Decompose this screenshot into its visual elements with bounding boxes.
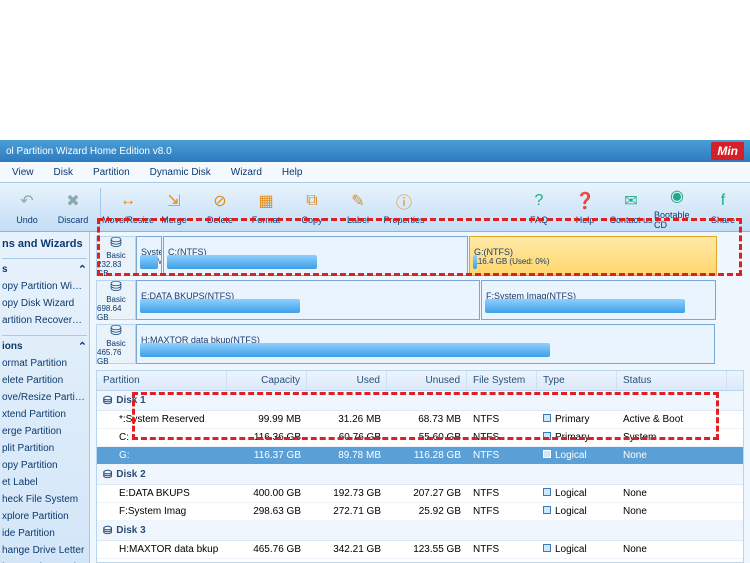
partition-block[interactable]: E:DATA BKUPS(NTFS)400.0 GB (Used: 48%) [136,280,480,320]
delete-icon: ⊘ [208,189,232,213]
toolbar: ↶Undo✖Discard ↔Move/Resize⇲Merge⊘Delete▦… [0,182,750,232]
partition-block[interactable]: F:System Imag(NTFS)298.6 GB (Used: 91%) [481,280,716,320]
table-header: PartitionCapacityUsedUnusedFile SystemTy… [97,371,743,391]
column-header[interactable]: Capacity [227,371,307,390]
table-row[interactable]: E:DATA BKUPS400.00 GB192.73 GB207.27 GBN… [97,485,743,503]
disk-icon: ⛁ [103,468,112,481]
bootable-cd-button[interactable]: ◉Bootable CD [654,184,700,230]
label-icon: ✎ [346,189,370,213]
operations-section[interactable]: ions ⌃ [2,335,87,355]
column-header[interactable]: Status [617,371,727,390]
sidebar-item[interactable]: opy Partition [2,457,87,474]
disk-icon: ⛁ [103,394,112,407]
disk-group-header[interactable]: ⛁Disk 1 [97,391,743,411]
sidebar-item[interactable]: elete Partition [2,372,87,389]
delete-button[interactable]: ⊘Delete [197,184,243,230]
window-title: ol Partition Wizard Home Edition v8.0 [6,146,172,157]
menu-dynamic-disk[interactable]: Dynamic Disk [140,164,221,181]
column-header[interactable]: Used [307,371,387,390]
merge-button[interactable]: ⇲Merge [151,184,197,230]
discard-button[interactable]: ✖Discard [50,184,96,230]
format-icon: ▦ [254,189,278,213]
undo-icon: ↶ [15,189,39,213]
chevron-up-icon: ⌃ [78,263,87,276]
sidebar-item[interactable]: artition Recovery Wizard [2,312,87,329]
share-button[interactable]: fShare [700,184,746,230]
undo-button[interactable]: ↶Undo [4,184,50,230]
menu-partition[interactable]: Partition [83,164,140,181]
partition-block[interactable]: H:MAXTOR data bkup(NTFS)465.8 GB (Used: … [136,324,715,364]
sidebar-item[interactable]: ide Partition [2,525,87,542]
menu-bar: ViewDiskPartitionDynamic DiskWizardHelp [0,162,750,182]
properties-icon: ⓘ [392,189,416,213]
title-bar: ol Partition Wizard Home Edition v8.0 Mi… [0,140,750,162]
menu-view[interactable]: View [2,164,44,181]
table-row[interactable]: H:MAXTOR data bkup465.76 GB342.21 GB123.… [97,541,743,559]
table-row[interactable]: G:116.37 GB89.78 MB116.28 GBNTFSLogicalN… [97,447,743,465]
sidebar-item[interactable]: xtend Partition [2,406,87,423]
sidebar-item[interactable]: hange Cluster Size [2,559,87,563]
sidebar: ns and Wizards s ⌃ opy Partition Wizardo… [0,232,90,563]
table-row[interactable]: *:System Reserved99.99 MB31.26 MB68.73 M… [97,411,743,429]
contact-us-button[interactable]: ✉Contact us [608,184,654,230]
partition-block[interactable]: System Reserv100 MB [136,236,162,276]
sidebar-item[interactable]: xplore Partition [2,508,87,525]
app-logo: Min [711,142,744,160]
sidebar-item[interactable]: heck File System [2,491,87,508]
move-resize-icon: ↔ [116,189,140,213]
sidebar-item[interactable]: et Label [2,474,87,491]
help-button[interactable]: ❓Help [562,184,608,230]
sidebar-item[interactable]: ormat Partition [2,355,87,372]
bootable-cd-icon: ◉ [665,184,689,208]
column-header[interactable]: File System [467,371,537,390]
format-button[interactable]: ▦Format [243,184,289,230]
properties-button[interactable]: ⓘProperties [381,184,427,230]
column-header[interactable]: Partition [97,371,227,390]
table-row[interactable]: F:System Imag298.63 GB272.71 GB25.92 GBN… [97,503,743,521]
help-icon: ❓ [573,189,597,213]
menu-disk[interactable]: Disk [44,164,83,181]
partition-table: PartitionCapacityUsedUnusedFile SystemTy… [96,370,744,563]
merge-icon: ⇲ [162,189,186,213]
move-resize-button[interactable]: ↔Move/Resize [105,184,151,230]
main-panel: ⛁Basic232.83 GBSystem Reserv100 MBC:(NTF… [90,232,750,563]
copy-icon: ⧉ [300,189,324,213]
disk-icon: ⛁Basic232.83 GB [96,236,136,276]
sidebar-header: ns and Wizards [2,236,87,252]
disk-group-header[interactable]: ⛁Disk 3 [97,521,743,541]
contact-us-icon: ✉ [619,189,643,213]
copy-button[interactable]: ⧉Copy [289,184,335,230]
disk-icon: ⛁Basic465.76 GB [96,324,136,364]
sidebar-item[interactable]: hange Drive Letter [2,542,87,559]
disk-group-header[interactable]: ⛁Disk 2 [97,465,743,485]
column-header[interactable]: Unused [387,371,467,390]
disk-graphic-row: ⛁Basic698.64 GBE:DATA BKUPS(NTFS)400.0 G… [96,280,744,320]
sidebar-item[interactable]: ove/Resize Partition [2,389,87,406]
disk-icon: ⛁Basic698.64 GB [96,280,136,320]
sidebar-item[interactable]: opy Disk Wizard [2,295,87,312]
partition-block[interactable]: G:(NTFS)116.4 GB (Used: 0%) [469,236,717,276]
menu-help[interactable]: Help [272,164,313,181]
share-icon: f [711,189,735,213]
disk-graphic-row: ⛁Basic232.83 GBSystem Reserv100 MBC:(NTF… [96,236,744,276]
menu-wizard[interactable]: Wizard [221,164,272,181]
disk-graphic-row: ⛁Basic465.76 GBH:MAXTOR data bkup(NTFS)4… [96,324,744,364]
discard-icon: ✖ [61,189,85,213]
chevron-up-icon: ⌃ [78,340,87,353]
sidebar-item[interactable]: opy Partition Wizard [2,278,87,295]
sidebar-item[interactable]: plit Partition [2,440,87,457]
table-row[interactable]: C:116.36 GB60.76 GB55.60 GBNTFSPrimarySy… [97,429,743,447]
partition-block[interactable]: C:(NTFS)116.4 GB (Used: 52%) [163,236,468,276]
disk-icon: ⛁ [103,524,112,537]
column-header[interactable]: Type [537,371,617,390]
faq-icon: ? [527,189,551,213]
label-button[interactable]: ✎Label [335,184,381,230]
faq-button[interactable]: ?FAQ [516,184,562,230]
sidebar-item[interactable]: erge Partition [2,423,87,440]
wizards-section[interactable]: s ⌃ [2,258,87,278]
